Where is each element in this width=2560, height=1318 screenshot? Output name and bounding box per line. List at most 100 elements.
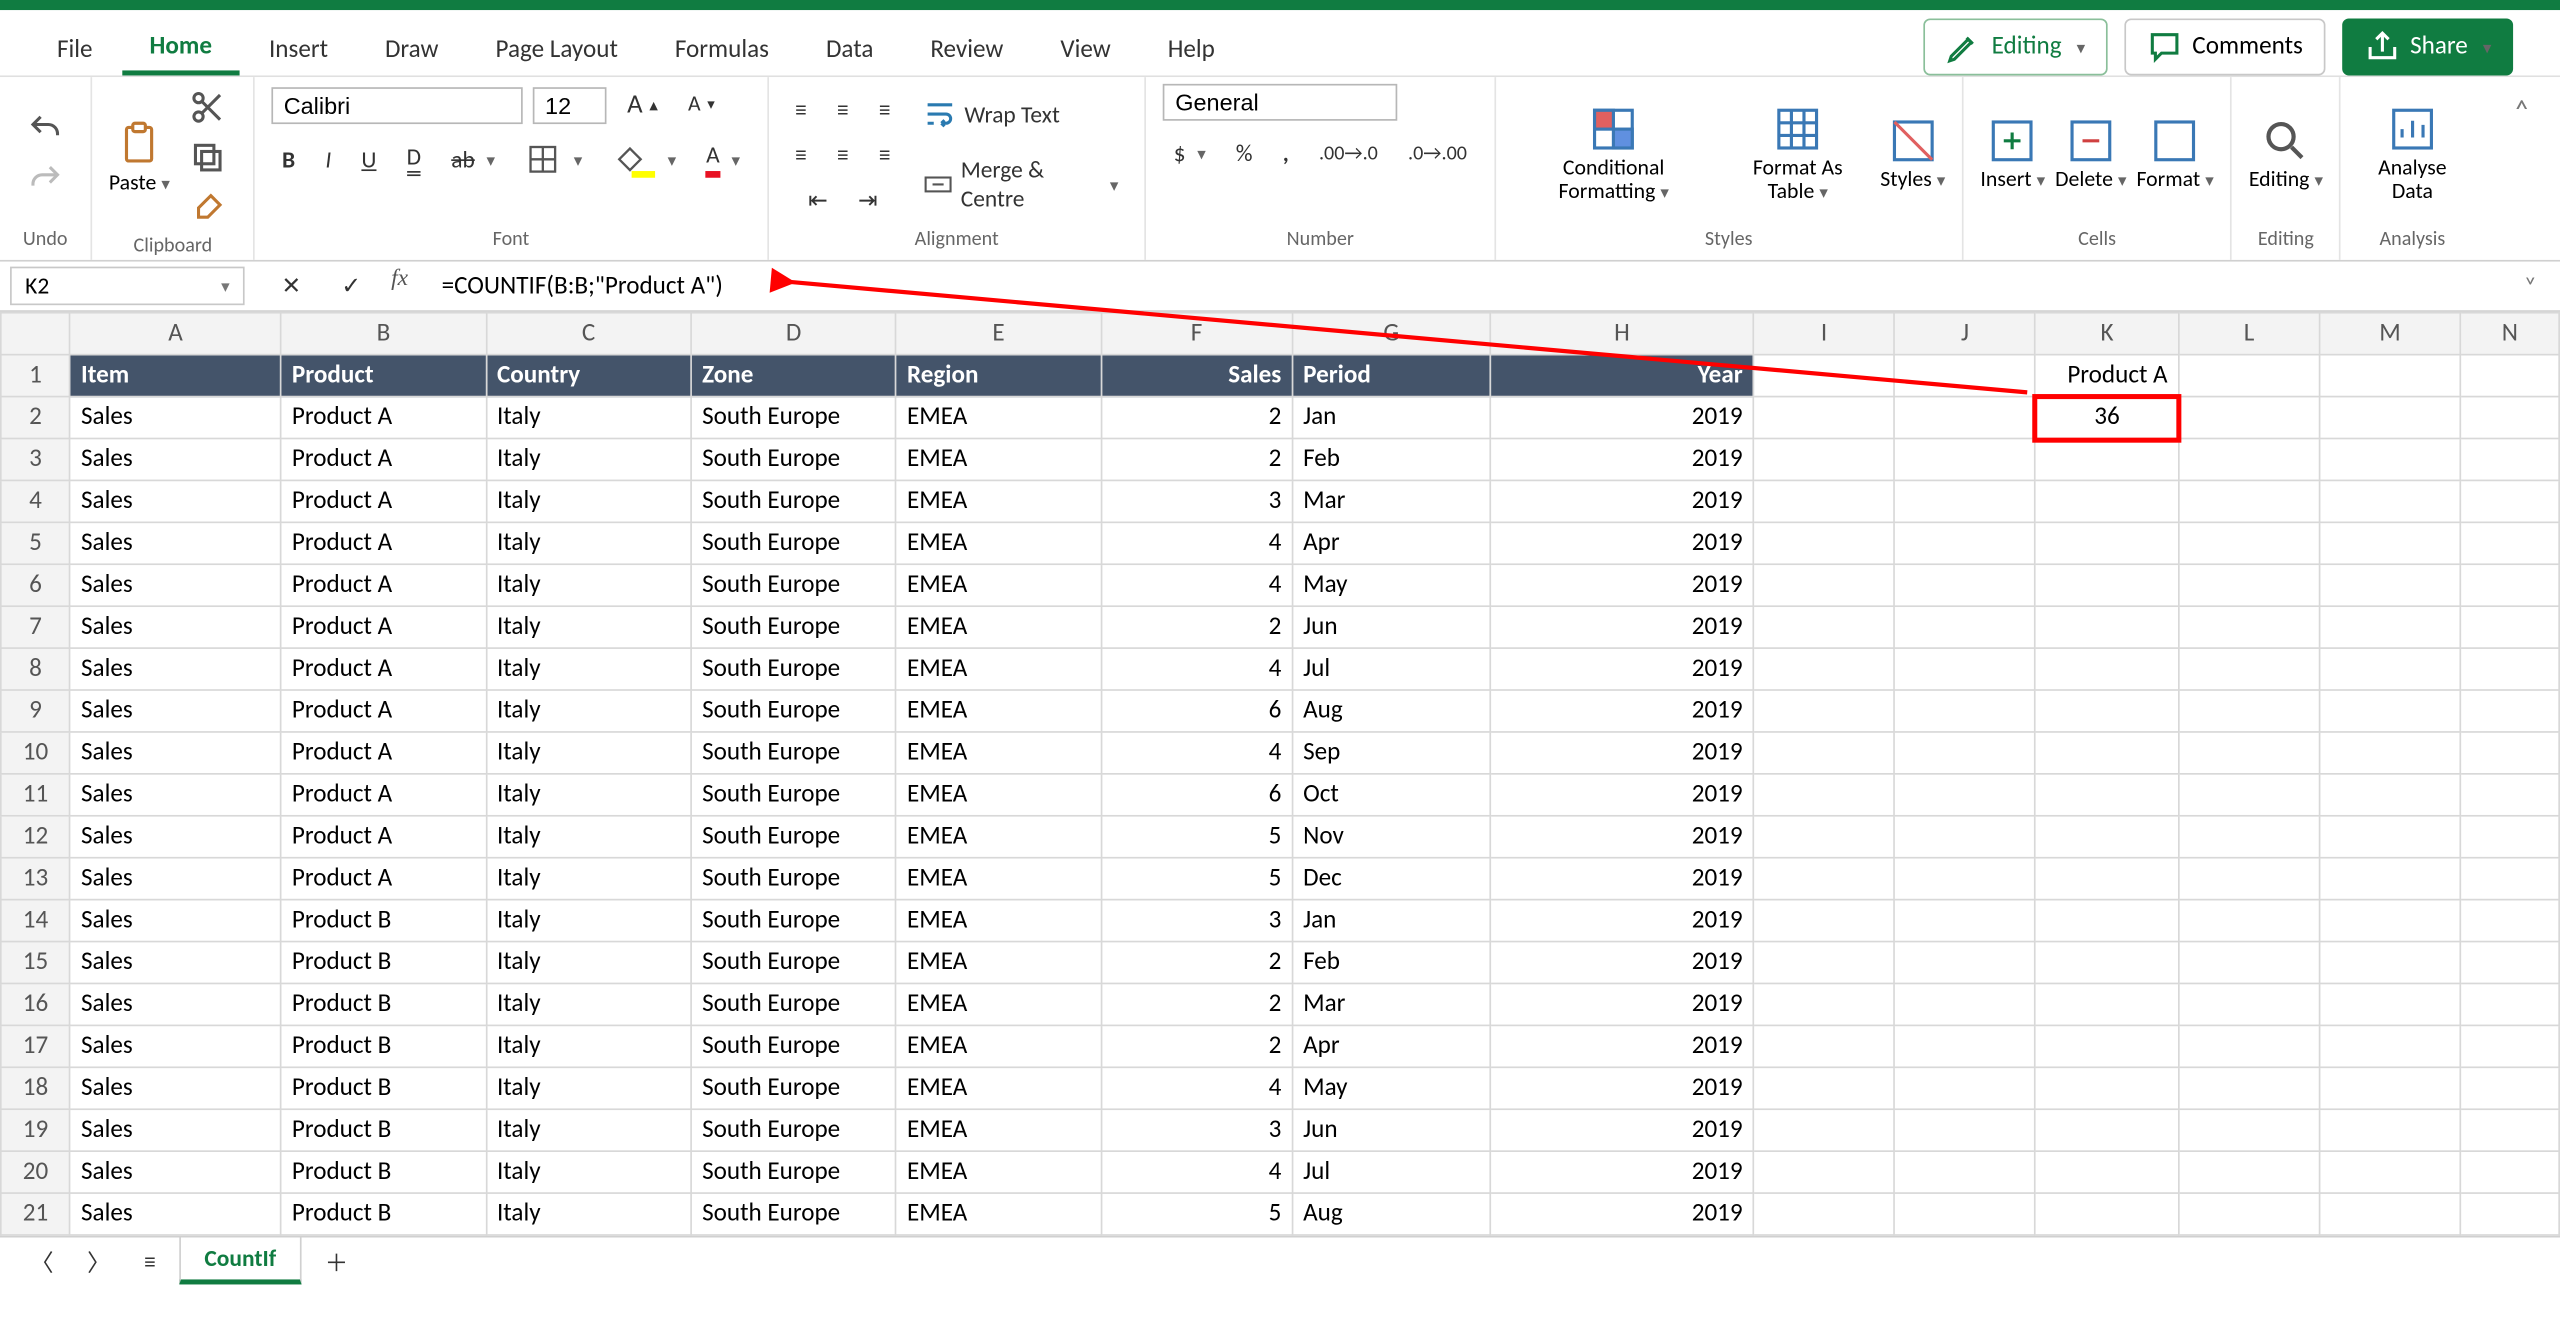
cell[interactable] bbox=[2179, 1151, 2320, 1193]
cell[interactable] bbox=[2319, 522, 2460, 564]
cell[interactable]: South Europe bbox=[691, 732, 896, 774]
cell[interactable]: Sales bbox=[70, 983, 281, 1025]
cell[interactable]: 5 bbox=[1101, 858, 1292, 900]
cell[interactable] bbox=[2319, 942, 2460, 984]
cell[interactable]: EMEA bbox=[896, 648, 1101, 690]
cell[interactable]: 2019 bbox=[1490, 522, 1753, 564]
cell[interactable]: Product B bbox=[281, 1193, 486, 1235]
cell[interactable]: Mar bbox=[1292, 480, 1490, 522]
col-header-H[interactable]: H bbox=[1490, 313, 1753, 355]
cell[interactable] bbox=[2035, 522, 2178, 564]
bold-button[interactable]: B bbox=[272, 140, 305, 179]
cell[interactable] bbox=[1754, 774, 1895, 816]
paste-button[interactable]: Paste bbox=[109, 119, 170, 197]
font-color-button[interactable]: A bbox=[696, 136, 750, 183]
cell[interactable] bbox=[2460, 900, 2559, 942]
cell[interactable]: Italy bbox=[486, 1025, 691, 1067]
cell[interactable] bbox=[2035, 1193, 2178, 1235]
copy-button[interactable] bbox=[180, 134, 237, 181]
cell[interactable]: Product A bbox=[281, 480, 486, 522]
col-header-D[interactable]: D bbox=[691, 313, 896, 355]
expand-formula-bar-button[interactable]: ˅ bbox=[2514, 267, 2560, 306]
cell[interactable]: EMEA bbox=[896, 564, 1101, 606]
cell[interactable] bbox=[1754, 1193, 1895, 1235]
row-header-15[interactable]: 15 bbox=[1, 942, 70, 984]
row-header-13[interactable]: 13 bbox=[1, 858, 70, 900]
fill-color-button[interactable] bbox=[602, 136, 686, 183]
cell[interactable] bbox=[1895, 774, 2036, 816]
cell[interactable]: Jun bbox=[1292, 606, 1490, 648]
col-header-B[interactable]: B bbox=[281, 313, 486, 355]
cell[interactable] bbox=[1754, 942, 1895, 984]
row-header-9[interactable]: 9 bbox=[1, 690, 70, 732]
cell[interactable] bbox=[2460, 438, 2559, 480]
cell[interactable] bbox=[1754, 1025, 1895, 1067]
menu-item-view[interactable]: View bbox=[1034, 22, 1138, 76]
cell[interactable]: Sales bbox=[70, 858, 281, 900]
format-as-table-button[interactable]: Format As Table bbox=[1725, 103, 1870, 205]
cell[interactable]: Product B bbox=[281, 983, 486, 1025]
cell[interactable] bbox=[2319, 858, 2460, 900]
cell[interactable] bbox=[2035, 942, 2178, 984]
cell[interactable] bbox=[1895, 816, 2036, 858]
scroll-sheets-right-button[interactable]: 〉 bbox=[77, 1240, 121, 1284]
cell[interactable] bbox=[1895, 1109, 2036, 1151]
cell[interactable]: Product A bbox=[281, 690, 486, 732]
cell[interactable]: 2 bbox=[1101, 397, 1292, 439]
cell[interactable] bbox=[1895, 1193, 2036, 1235]
cell[interactable] bbox=[2460, 942, 2559, 984]
cell[interactable] bbox=[1895, 1067, 2036, 1109]
cell[interactable] bbox=[2179, 648, 2320, 690]
select-all-corner[interactable] bbox=[1, 313, 70, 355]
cell[interactable]: 2019 bbox=[1490, 1025, 1753, 1067]
cell[interactable] bbox=[2460, 480, 2559, 522]
borders-button[interactable] bbox=[515, 136, 592, 183]
cell[interactable]: Sales bbox=[70, 1067, 281, 1109]
cell[interactable]: Italy bbox=[486, 606, 691, 648]
cell[interactable] bbox=[2460, 816, 2559, 858]
cell[interactable] bbox=[2035, 1025, 2178, 1067]
cell[interactable] bbox=[1754, 480, 1895, 522]
cell[interactable] bbox=[2179, 606, 2320, 648]
cell[interactable]: EMEA bbox=[896, 690, 1101, 732]
cell[interactable]: Jan bbox=[1292, 900, 1490, 942]
cell[interactable] bbox=[2319, 355, 2460, 397]
menu-item-page-layout[interactable]: Page Layout bbox=[469, 22, 645, 76]
cell[interactable]: EMEA bbox=[896, 438, 1101, 480]
cell[interactable] bbox=[1754, 355, 1895, 397]
cell[interactable] bbox=[2319, 690, 2460, 732]
cell[interactable]: Product A bbox=[281, 438, 486, 480]
cell[interactable]: Product A bbox=[281, 774, 486, 816]
cell[interactable]: 6 bbox=[1101, 690, 1292, 732]
cell[interactable] bbox=[2319, 816, 2460, 858]
row-header-2[interactable]: 2 bbox=[1, 397, 70, 439]
cell[interactable] bbox=[1754, 690, 1895, 732]
cell[interactable]: EMEA bbox=[896, 774, 1101, 816]
cell[interactable] bbox=[1895, 1025, 2036, 1067]
cell[interactable]: Sales bbox=[70, 942, 281, 984]
cell[interactable]: Product B bbox=[281, 1067, 486, 1109]
cell[interactable] bbox=[2179, 900, 2320, 942]
cell[interactable]: Italy bbox=[486, 858, 691, 900]
cell[interactable] bbox=[1895, 355, 2036, 397]
row-header-10[interactable]: 10 bbox=[1, 732, 70, 774]
cell[interactable] bbox=[1895, 606, 2036, 648]
cell[interactable]: Italy bbox=[486, 816, 691, 858]
cell[interactable] bbox=[1895, 858, 2036, 900]
cell[interactable]: 4 bbox=[1101, 648, 1292, 690]
cell[interactable]: Italy bbox=[486, 900, 691, 942]
cell[interactable] bbox=[2035, 1067, 2178, 1109]
cell[interactable]: Product A bbox=[281, 564, 486, 606]
cell[interactable]: Period bbox=[1292, 355, 1490, 397]
cell[interactable]: Product A bbox=[281, 522, 486, 564]
sheet-tab-countif[interactable]: CountIf bbox=[179, 1237, 301, 1284]
cell-styles-button[interactable]: Styles bbox=[1880, 115, 1945, 193]
cell[interactable]: Dec bbox=[1292, 858, 1490, 900]
cell[interactable] bbox=[2035, 900, 2178, 942]
cell[interactable]: May bbox=[1292, 1067, 1490, 1109]
cell[interactable]: Product A bbox=[281, 858, 486, 900]
cell[interactable]: 2 bbox=[1101, 942, 1292, 984]
cell[interactable] bbox=[2035, 858, 2178, 900]
cell[interactable]: South Europe bbox=[691, 480, 896, 522]
menu-item-file[interactable]: File bbox=[30, 22, 119, 76]
